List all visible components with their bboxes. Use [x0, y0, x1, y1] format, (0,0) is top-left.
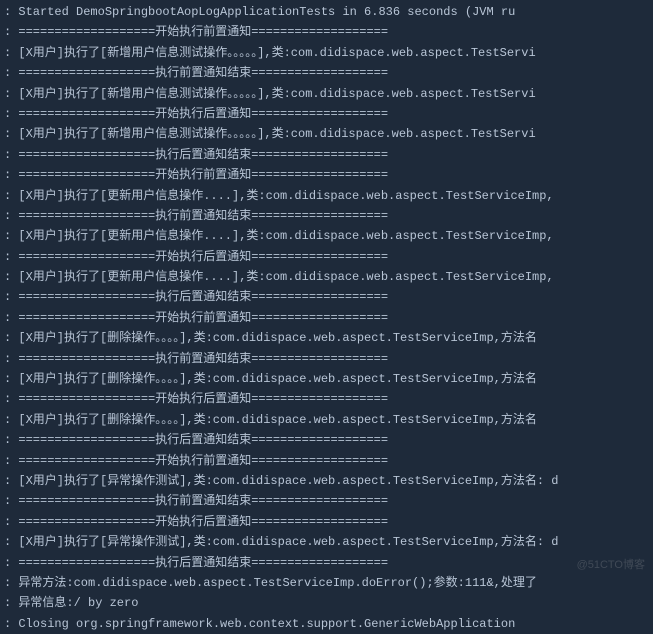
log-line: : ===================执行后置通知结束===========…: [4, 553, 649, 573]
log-line: : [X用户]执行了[更新用户信息操作....],类:com.didispace…: [4, 226, 649, 246]
log-line: : ===================执行后置通知结束===========…: [4, 145, 649, 165]
log-line: : ===================开始执行后置通知===========…: [4, 104, 649, 124]
log-line: : [X用户]执行了[新增用户信息测试操作。。。。。],类:com.didisp…: [4, 84, 649, 104]
log-line: : ===================开始执行前置通知===========…: [4, 22, 649, 42]
log-line: : ===================执行前置通知结束===========…: [4, 206, 649, 226]
log-line: : ===================执行后置通知结束===========…: [4, 287, 649, 307]
log-line: : ===================执行前置通知结束===========…: [4, 491, 649, 511]
log-line: : [X用户]执行了[删除操作。。。。],类:com.didispace.web…: [4, 369, 649, 389]
log-line: : [X用户]执行了[更新用户信息操作....],类:com.didispace…: [4, 267, 649, 287]
log-line: : [X用户]执行了[异常操作测试],类:com.didispace.web.a…: [4, 532, 649, 552]
log-line: : ===================执行前置通知结束===========…: [4, 63, 649, 83]
log-line: : [X用户]执行了[新增用户信息测试操作。。。。。],类:com.didisp…: [4, 124, 649, 144]
log-line: : ===================开始执行前置通知===========…: [4, 308, 649, 328]
log-line: : ===================开始执行前置通知===========…: [4, 165, 649, 185]
log-line: : ===================执行后置通知结束===========…: [4, 430, 649, 450]
log-line: : [X用户]执行了[异常操作测试],类:com.didispace.web.a…: [4, 471, 649, 491]
log-line: : [X用户]执行了[删除操作。。。。],类:com.didispace.web…: [4, 410, 649, 430]
watermark: @51CTO博客: [577, 556, 645, 575]
log-line: : ===================开始执行后置通知===========…: [4, 247, 649, 267]
log-line: : ===================执行前置通知结束===========…: [4, 349, 649, 369]
log-line: : ===================开始执行后置通知===========…: [4, 389, 649, 409]
log-line: : [X用户]执行了[删除操作。。。。],类:com.didispace.web…: [4, 328, 649, 348]
log-line: : ===================开始执行前置通知===========…: [4, 451, 649, 471]
log-line: : 异常信息:/ by zero: [4, 593, 649, 613]
log-line: : [X用户]执行了[新增用户信息测试操作。。。。。],类:com.didisp…: [4, 43, 649, 63]
log-line: : 异常方法:com.didispace.web.aspect.TestServ…: [4, 573, 649, 593]
log-line: : Started DemoSpringbootAopLogApplicatio…: [4, 2, 649, 22]
log-line: : [X用户]执行了[更新用户信息操作....],类:com.didispace…: [4, 186, 649, 206]
log-line: : Closing org.springframework.web.contex…: [4, 614, 649, 634]
log-line: : ===================开始执行后置通知===========…: [4, 512, 649, 532]
console-output: : Started DemoSpringbootAopLogApplicatio…: [4, 2, 649, 634]
